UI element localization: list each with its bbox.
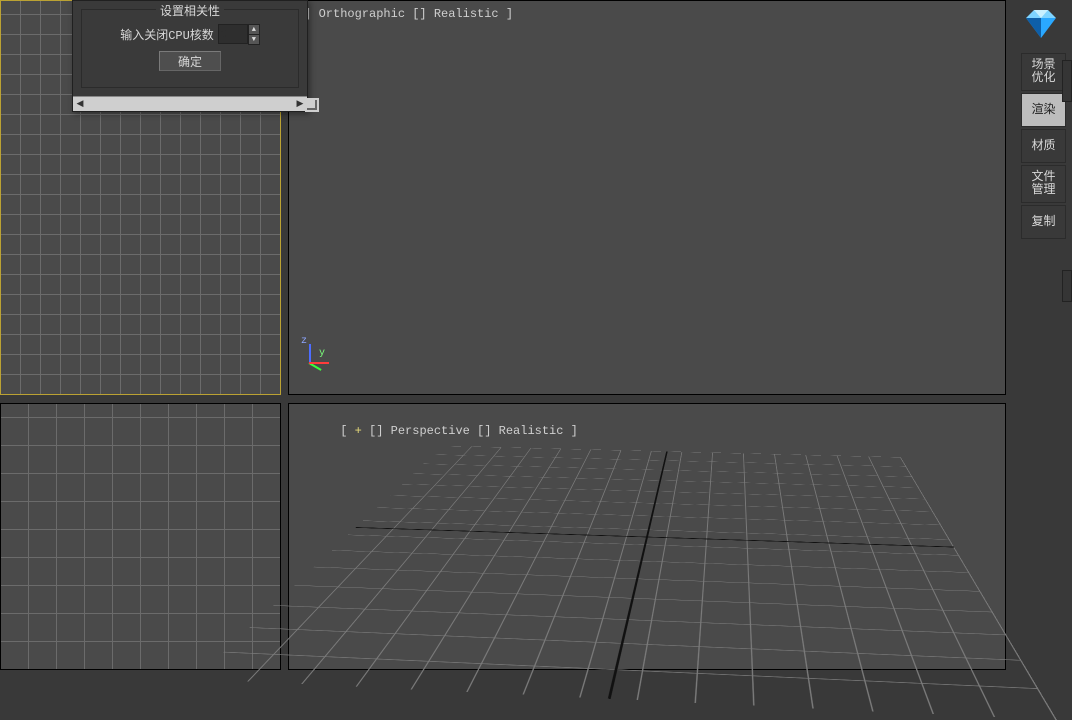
perspective-grid: [195, 445, 1057, 719]
dialog-legend: 设置相关性: [156, 2, 224, 19]
viewport-active-icon: +: [355, 424, 362, 438]
axis-z-label: z: [301, 336, 307, 347]
viewport-grid: [1, 404, 280, 669]
viewport-label[interactable]: [ + [] Perspective [] Realistic ]: [297, 410, 578, 452]
viewport-label[interactable]: [] Orthographic [] Realistic ]: [297, 7, 513, 21]
side-btn-material[interactable]: 材质: [1021, 129, 1066, 163]
dialog-scrollbar[interactable]: ◀ ▶: [73, 96, 307, 111]
scroll-left-icon[interactable]: ◀: [73, 98, 87, 110]
spinner-input[interactable]: [218, 24, 248, 44]
label-cpu-cores: 输入关闭CPU核数: [120, 26, 214, 43]
dialog-resize-handle[interactable]: [305, 98, 319, 112]
gem-icon[interactable]: [1020, 4, 1062, 46]
right-strip: [1064, 0, 1072, 669]
viewport-bottom-right[interactable]: [ + [] Perspective [] Realistic ]: [288, 403, 1006, 670]
side-btn-copy[interactable]: 复制: [1021, 205, 1066, 239]
side-btn-file-management[interactable]: 文件 管理: [1021, 165, 1066, 203]
spinner-cpu-cores[interactable]: ▲ ▼: [218, 24, 260, 45]
spinner-up-icon[interactable]: ▲: [249, 25, 259, 35]
side-btn-scene-optimize[interactable]: 场景 优化: [1021, 53, 1066, 91]
ok-button[interactable]: 确定: [159, 51, 221, 71]
viewport-top-right[interactable]: [] Orthographic [] Realistic ] z y: [288, 0, 1006, 395]
side-btn-render[interactable]: 渲染: [1021, 93, 1066, 127]
axis-y-label: y: [319, 348, 325, 359]
spinner-down-icon[interactable]: ▼: [249, 35, 259, 44]
dialog-affinity-settings[interactable]: 设置相关性 输入关闭CPU核数 ▲ ▼ 确定 ◀ ▶: [72, 0, 308, 112]
viewport-bottom-left[interactable]: [0, 403, 281, 670]
axis-gizmo: z y: [309, 344, 339, 374]
